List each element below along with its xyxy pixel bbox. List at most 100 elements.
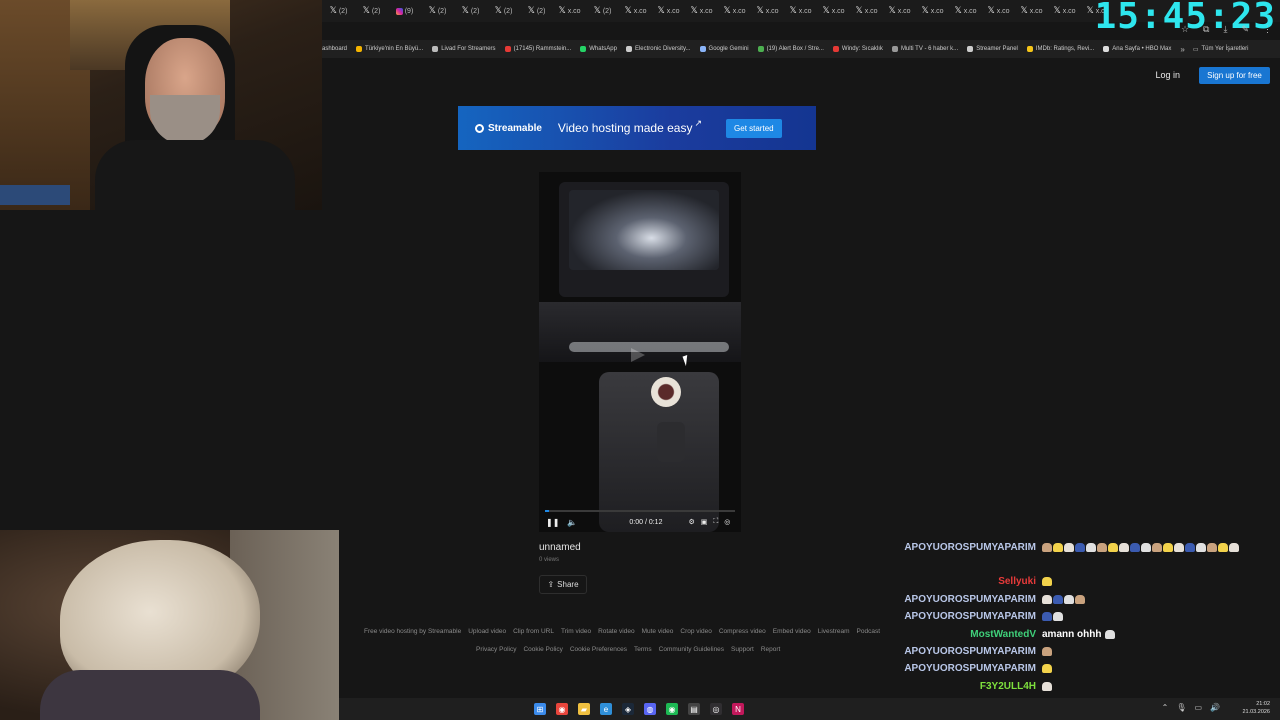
bookmark-item[interactable]: Windy: Sıcaklık — [832, 46, 883, 52]
bookmark-item[interactable]: (17145) Rammstein... — [504, 46, 571, 52]
browser-tab[interactable]: 𝕏x.co — [553, 0, 586, 22]
browser-tab[interactable]: 𝕏 (2) — [421, 0, 454, 22]
streamable-banner[interactable]: Streamable Video hosting made easy ↗ Get… — [458, 106, 816, 150]
footer-link[interactable]: Trim video — [561, 628, 591, 635]
display-icon[interactable]: ▭ — [1194, 703, 1202, 712]
bookmark-item[interactable]: IMDb: Ratings, Revi... — [1026, 46, 1094, 52]
footer-link[interactable]: Compress video — [719, 628, 766, 635]
browser-tab[interactable]: 𝕏 (2) — [454, 0, 487, 22]
browser-tab[interactable]: 𝕏x.co — [1015, 0, 1048, 22]
video-player[interactable] — [539, 172, 741, 532]
chat-username[interactable]: APOYUOROSPUMYAPARIM — [880, 594, 1036, 605]
footer-link[interactable]: Embed video — [773, 628, 811, 635]
footer-link[interactable]: Crop video — [680, 628, 711, 635]
footer-link[interactable]: Livestream — [818, 628, 850, 635]
bookmarks-overflow-icon[interactable]: » — [1180, 45, 1184, 54]
speaker-icon[interactable]: 🔊 — [1210, 703, 1220, 712]
windows-start-icon[interactable]: ⊞ — [534, 703, 546, 715]
browser-tab[interactable]: 𝕏 (2) — [322, 0, 355, 22]
obs-icon[interactable]: ◎ — [710, 703, 722, 715]
bookmark-item[interactable]: WhatsApp — [580, 46, 617, 52]
chat-username[interactable]: APOYUOROSPUMYAPARIM — [880, 663, 1036, 674]
mic-icon[interactable]: 🎙 — [1176, 703, 1186, 712]
footer-link[interactable]: Privacy Policy — [476, 646, 516, 653]
tray-clock[interactable]: 21:02 21.03.2026 — [1242, 700, 1270, 716]
pause-icon[interactable]: ❚❚ — [546, 518, 559, 527]
chat-username[interactable]: Sellyuki — [880, 576, 1036, 587]
fullscreen-icon[interactable]: ⛶ — [713, 518, 718, 526]
footer-link[interactable]: Clip from URL — [513, 628, 554, 635]
x-icon: 𝕏 — [494, 6, 502, 16]
get-started-button[interactable]: Get started — [726, 118, 782, 138]
browser-tab[interactable]: 𝕏x.co — [784, 0, 817, 22]
next-app-icon[interactable]: N — [732, 703, 744, 715]
login-link[interactable]: Log in — [1155, 70, 1180, 80]
volume-icon[interactable]: 🔈 — [567, 518, 577, 527]
footer-link[interactable]: Community Guidelines — [659, 646, 724, 653]
steam-icon[interactable]: ◈ — [622, 703, 634, 715]
epic-games-icon[interactable]: ▤ — [688, 703, 700, 715]
browser-tab[interactable]: 𝕏x.co — [916, 0, 949, 22]
settings-icon[interactable]: ⚙ — [688, 518, 694, 526]
footer-link[interactable]: Rotate video — [598, 628, 635, 635]
footer-link[interactable]: Upload video — [468, 628, 506, 635]
footer-link[interactable]: Cookie Policy — [523, 646, 562, 653]
menu-icon[interactable]: ⋮ — [1263, 24, 1272, 35]
streamable-logo-icon[interactable]: ◎ — [724, 518, 730, 526]
file-explorer-icon[interactable]: ▰ — [578, 703, 590, 715]
chat-username[interactable]: APOYUOROSPUMYAPARIM — [880, 542, 1036, 553]
browser-tab[interactable]: 𝕏x.co — [883, 0, 916, 22]
discord-icon[interactable]: ◍ — [644, 703, 656, 715]
bookmark-item[interactable]: Türkiye'nin En Büyü... — [356, 46, 423, 52]
browser-tab[interactable]: 𝕏 (2) — [355, 0, 388, 22]
browser-tab[interactable]: 𝕏 (2) — [487, 0, 520, 22]
bookmark-item[interactable]: Streamer Panel — [967, 46, 1018, 52]
chat-username[interactable]: APOYUOROSPUMYAPARIM — [880, 646, 1036, 657]
all-bookmarks-folder[interactable]: ▭ Tüm Yer İşaretleri — [1193, 46, 1249, 53]
bookmark-item[interactable]: Multi TV - 6 haber k... — [891, 46, 958, 52]
chat-username[interactable]: APOYUOROSPUMYAPARIM — [880, 611, 1036, 622]
footer-link[interactable]: Support — [731, 646, 754, 653]
signup-button[interactable]: Sign up for free — [1199, 67, 1270, 84]
footer-link[interactable]: Terms — [634, 646, 652, 653]
chat-username[interactable]: F3Y2ULL4H — [880, 681, 1036, 692]
bookmark-item[interactable]: Ana Sayfa • HBO Max — [1103, 46, 1171, 52]
extensions-icon[interactable]: ⧉ — [1203, 24, 1209, 35]
browser-tab[interactable]: 𝕏x.co — [751, 0, 784, 22]
browser-tab[interactable]: (9) — [388, 0, 421, 22]
bookmark-item[interactable]: Livad For Streamers — [432, 46, 496, 52]
chrome-icon[interactable]: ◉ — [556, 703, 568, 715]
picture-in-picture-icon[interactable]: ▣ — [701, 518, 708, 526]
browser-tab[interactable]: 𝕏 (2) — [520, 0, 553, 22]
bookmark-item[interactable]: ashboard — [322, 46, 347, 52]
browser-tab[interactable]: 𝕏x.co — [685, 0, 718, 22]
bookmark-item[interactable]: Google Gemini — [699, 46, 749, 52]
share-button[interactable]: ⇪ Share — [539, 575, 587, 594]
browser-tab[interactable]: 𝕏x.co — [817, 0, 850, 22]
footer-link[interactable]: Mute video — [642, 628, 674, 635]
browser-tab[interactable]: 𝕏x.co — [652, 0, 685, 22]
tray-overflow-icon[interactable]: ⌃ — [1162, 703, 1169, 712]
x-icon: 𝕏 — [888, 6, 896, 16]
footer-link[interactable]: Free video hosting by Streamable — [364, 628, 461, 635]
spotify-icon[interactable]: ◉ — [666, 703, 678, 715]
footer-link[interactable]: Cookie Preferences — [570, 646, 627, 653]
browser-tab[interactable]: 𝕏x.co — [850, 0, 883, 22]
download-icon[interactable]: ⤓ — [1223, 24, 1227, 35]
edge-icon[interactable]: e — [600, 703, 612, 715]
browser-tab[interactable]: 𝕏x.co — [619, 0, 652, 22]
chat-username[interactable]: MostWantedV — [880, 629, 1036, 640]
browser-tab[interactable]: 𝕏x.co — [1048, 0, 1081, 22]
browser-tab[interactable]: 𝕏 (2) — [586, 0, 619, 22]
browser-tab[interactable]: 𝕏x.co — [982, 0, 1015, 22]
browser-tab[interactable]: 𝕏x.co — [718, 0, 751, 22]
bookmark-item[interactable]: Electronic Diversity... — [625, 46, 691, 52]
footer-link[interactable]: Podcast — [857, 628, 881, 635]
edit-icon[interactable]: ✎ — [1241, 24, 1249, 35]
play-overlay-icon[interactable] — [631, 348, 645, 362]
browser-tab[interactable]: 𝕏x.co — [949, 0, 982, 22]
bookmark-star-icon[interactable]: ☆ — [1181, 24, 1189, 35]
footer-link[interactable]: Report — [761, 646, 781, 653]
tab-title: (2) — [503, 7, 513, 15]
bookmark-item[interactable]: (19) Alert Box / Stre... — [757, 46, 824, 52]
